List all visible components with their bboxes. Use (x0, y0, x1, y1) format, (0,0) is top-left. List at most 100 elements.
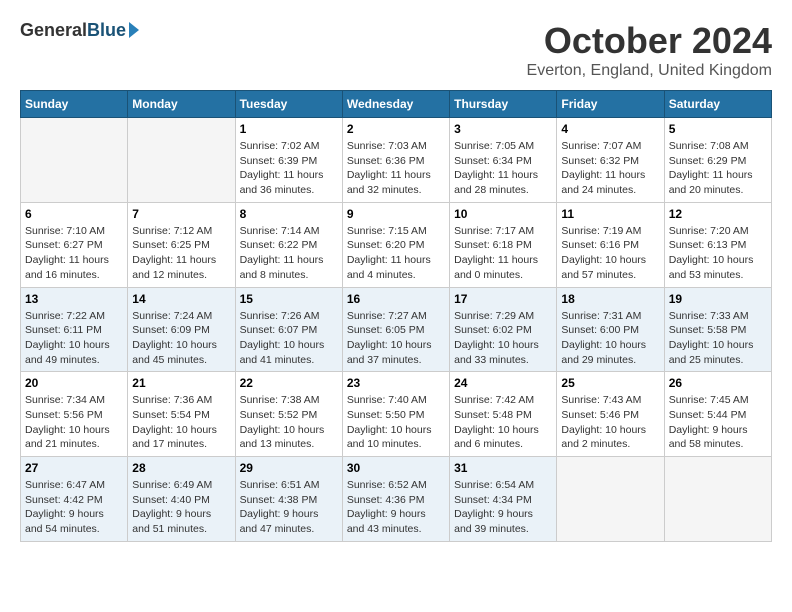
calendar-week-2: 6 Sunrise: 7:10 AMSunset: 6:27 PMDaylight… (21, 202, 772, 287)
day-number: 3 (454, 122, 552, 136)
day-number: 25 (561, 376, 659, 390)
calendar-cell: 13 Sunrise: 7:22 AMSunset: 6:11 PMDayligh… (21, 287, 128, 372)
day-number: 24 (454, 376, 552, 390)
calendar-cell (21, 118, 128, 203)
day-info: Sunrise: 7:19 AMSunset: 6:16 PMDaylight:… (561, 224, 659, 283)
calendar-cell: 22 Sunrise: 7:38 AMSunset: 5:52 PMDayligh… (235, 372, 342, 457)
calendar-header-thursday: Thursday (450, 91, 557, 118)
location: Everton, England, United Kingdom (527, 62, 772, 80)
calendar-cell (664, 457, 771, 542)
day-number: 4 (561, 122, 659, 136)
day-number: 17 (454, 292, 552, 306)
day-number: 16 (347, 292, 445, 306)
calendar-week-1: 1Sunrise: 7:02 AMSunset: 6:39 PMDaylight… (21, 118, 772, 203)
calendar-table: SundayMondayTuesdayWednesdayThursdayFrid… (20, 90, 772, 542)
day-info: Sunrise: 7:20 AMSunset: 6:13 PMDaylight:… (669, 224, 767, 283)
day-info: Sunrise: 7:34 AMSunset: 5:56 PMDaylight:… (25, 393, 123, 452)
calendar-cell: 10 Sunrise: 7:17 AMSunset: 6:18 PMDayligh… (450, 202, 557, 287)
day-info: Sunrise: 7:38 AMSunset: 5:52 PMDaylight:… (240, 393, 338, 452)
calendar-cell: 28Sunrise: 6:49 AMSunset: 4:40 PMDayligh… (128, 457, 235, 542)
calendar-cell: 21 Sunrise: 7:36 AMSunset: 5:54 PMDayligh… (128, 372, 235, 457)
calendar-cell: 12 Sunrise: 7:20 AMSunset: 6:13 PMDayligh… (664, 202, 771, 287)
calendar-cell: 3 Sunrise: 7:05 AMSunset: 6:34 PMDaylight… (450, 118, 557, 203)
calendar-cell: 26 Sunrise: 7:45 AMSunset: 5:44 PMDayligh… (664, 372, 771, 457)
calendar-cell: 14 Sunrise: 7:24 AMSunset: 6:09 PMDayligh… (128, 287, 235, 372)
calendar-header-saturday: Saturday (664, 91, 771, 118)
day-info: Sunrise: 7:02 AMSunset: 6:39 PMDaylight:… (240, 139, 338, 198)
day-info: Sunrise: 7:05 AMSunset: 6:34 PMDaylight:… (454, 139, 552, 198)
day-number: 22 (240, 376, 338, 390)
day-info: Sunrise: 7:31 AMSunset: 6:00 PMDaylight:… (561, 309, 659, 368)
calendar-cell: 24Sunrise: 7:42 AMSunset: 5:48 PMDayligh… (450, 372, 557, 457)
day-info: Sunrise: 6:47 AMSunset: 4:42 PMDaylight:… (25, 478, 123, 537)
day-number: 8 (240, 207, 338, 221)
calendar-cell: 4 Sunrise: 7:07 AMSunset: 6:32 PMDaylight… (557, 118, 664, 203)
day-number: 12 (669, 207, 767, 221)
day-info: Sunrise: 7:24 AMSunset: 6:09 PMDaylight:… (132, 309, 230, 368)
day-number: 13 (25, 292, 123, 306)
day-number: 6 (25, 207, 123, 221)
day-info: Sunrise: 7:27 AMSunset: 6:05 PMDaylight:… (347, 309, 445, 368)
day-number: 31 (454, 461, 552, 475)
calendar-cell: 1Sunrise: 7:02 AMSunset: 6:39 PMDaylight… (235, 118, 342, 203)
logo-blue: Blue (87, 20, 126, 41)
day-number: 5 (669, 122, 767, 136)
day-info: Sunrise: 7:08 AMSunset: 6:29 PMDaylight:… (669, 139, 767, 198)
calendar-cell: 20 Sunrise: 7:34 AMSunset: 5:56 PMDayligh… (21, 372, 128, 457)
calendar-cell: 25 Sunrise: 7:43 AMSunset: 5:46 PMDayligh… (557, 372, 664, 457)
day-number: 30 (347, 461, 445, 475)
day-number: 10 (454, 207, 552, 221)
day-number: 11 (561, 207, 659, 221)
day-number: 26 (669, 376, 767, 390)
calendar-cell: 23Sunrise: 7:40 AMSunset: 5:50 PMDayligh… (342, 372, 449, 457)
calendar-header-wednesday: Wednesday (342, 91, 449, 118)
logo-general: General (20, 20, 87, 41)
logo: General Blue (20, 20, 139, 41)
day-number: 7 (132, 207, 230, 221)
calendar-cell: 11 Sunrise: 7:19 AMSunset: 6:16 PMDayligh… (557, 202, 664, 287)
day-info: Sunrise: 7:12 AMSunset: 6:25 PMDaylight:… (132, 224, 230, 283)
calendar-cell: 9 Sunrise: 7:15 AMSunset: 6:20 PMDaylight… (342, 202, 449, 287)
day-info: Sunrise: 7:26 AMSunset: 6:07 PMDaylight:… (240, 309, 338, 368)
day-info: Sunrise: 7:17 AMSunset: 6:18 PMDaylight:… (454, 224, 552, 283)
calendar-week-5: 27Sunrise: 6:47 AMSunset: 4:42 PMDayligh… (21, 457, 772, 542)
calendar-cell: 6 Sunrise: 7:10 AMSunset: 6:27 PMDaylight… (21, 202, 128, 287)
month-title: October 2024 (527, 20, 772, 62)
calendar-header-row: SundayMondayTuesdayWednesdayThursdayFrid… (21, 91, 772, 118)
day-number: 15 (240, 292, 338, 306)
day-info: Sunrise: 7:43 AMSunset: 5:46 PMDaylight:… (561, 393, 659, 452)
calendar-cell: 5 Sunrise: 7:08 AMSunset: 6:29 PMDaylight… (664, 118, 771, 203)
page-header: General Blue October 2024 Everton, Engla… (20, 20, 772, 80)
calendar-header-sunday: Sunday (21, 91, 128, 118)
day-info: Sunrise: 7:14 AMSunset: 6:22 PMDaylight:… (240, 224, 338, 283)
day-number: 29 (240, 461, 338, 475)
day-number: 21 (132, 376, 230, 390)
day-number: 20 (25, 376, 123, 390)
calendar-cell: 18 Sunrise: 7:31 AMSunset: 6:00 PMDayligh… (557, 287, 664, 372)
day-info: Sunrise: 6:52 AMSunset: 4:36 PMDaylight:… (347, 478, 445, 537)
day-info: Sunrise: 7:15 AMSunset: 6:20 PMDaylight:… (347, 224, 445, 283)
calendar-header-friday: Friday (557, 91, 664, 118)
calendar-cell: 8 Sunrise: 7:14 AMSunset: 6:22 PMDaylight… (235, 202, 342, 287)
day-info: Sunrise: 7:07 AMSunset: 6:32 PMDaylight:… (561, 139, 659, 198)
calendar-cell (128, 118, 235, 203)
day-number: 2 (347, 122, 445, 136)
day-number: 14 (132, 292, 230, 306)
day-info: Sunrise: 7:45 AMSunset: 5:44 PMDaylight:… (669, 393, 767, 452)
day-number: 18 (561, 292, 659, 306)
calendar-cell: 30 Sunrise: 6:52 AMSunset: 4:36 PMDayligh… (342, 457, 449, 542)
day-info: Sunrise: 7:10 AMSunset: 6:27 PMDaylight:… (25, 224, 123, 283)
calendar-header-tuesday: Tuesday (235, 91, 342, 118)
day-number: 9 (347, 207, 445, 221)
day-number: 23 (347, 376, 445, 390)
calendar-cell: 29Sunrise: 6:51 AMSunset: 4:38 PMDayligh… (235, 457, 342, 542)
day-number: 19 (669, 292, 767, 306)
day-info: Sunrise: 7:22 AMSunset: 6:11 PMDaylight:… (25, 309, 123, 368)
calendar-cell: 27Sunrise: 6:47 AMSunset: 4:42 PMDayligh… (21, 457, 128, 542)
calendar-cell: 7 Sunrise: 7:12 AMSunset: 6:25 PMDaylight… (128, 202, 235, 287)
day-info: Sunrise: 6:49 AMSunset: 4:40 PMDaylight:… (132, 478, 230, 537)
logo-arrow-icon (129, 22, 139, 38)
calendar-cell: 19 Sunrise: 7:33 AMSunset: 5:58 PMDayligh… (664, 287, 771, 372)
day-info: Sunrise: 7:33 AMSunset: 5:58 PMDaylight:… (669, 309, 767, 368)
day-info: Sunrise: 7:36 AMSunset: 5:54 PMDaylight:… (132, 393, 230, 452)
